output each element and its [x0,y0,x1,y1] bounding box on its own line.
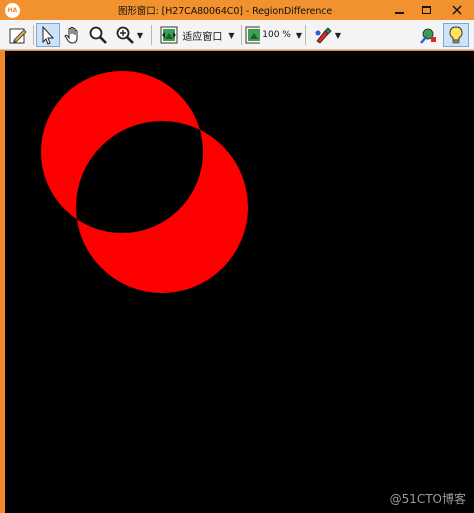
toolbar: ▼ 适应窗口 ▼ 100 % ▼ ▼ [0,20,474,50]
hand-icon [64,26,78,44]
pointer-tool-button[interactable] [36,23,60,47]
toolbar-separator [151,25,152,45]
fit-window-button[interactable]: 适应窗口 ▼ [155,23,239,47]
edit-icon [9,28,27,44]
app-icon[interactable]: HA [5,3,20,18]
fit-window-label: 适应窗口 [182,31,223,43]
lightbulb-button[interactable] [443,23,469,47]
zoom-percent-icon [245,26,261,44]
close-icon [452,5,462,15]
zoom-in-button[interactable]: ▼ [111,23,147,47]
paint-settings-button[interactable]: ▼ [309,23,345,47]
minimize-icon [394,12,404,14]
marker-icon [420,28,436,44]
magnify-tool-button[interactable] [86,23,110,47]
close-button[interactable] [440,0,474,20]
pointer-icon [42,25,55,45]
maximize-icon [421,6,431,14]
chevron-down-icon: ▼ [334,30,342,40]
fit-window-icon [160,26,178,44]
chevron-down-icon: ▼ [228,30,235,40]
zoom-level-label: 100 % [262,30,291,40]
lightbulb-icon [449,26,463,44]
zoom-in-icon [116,26,134,44]
toolbar-separator [241,25,242,45]
watermark: @51CTO博客 [389,492,466,506]
magnifier-icon [89,26,107,44]
paint-icon [315,27,332,44]
marker-button[interactable] [416,23,440,47]
app-icon-text: HA [7,7,18,14]
window-title: 图形窗口: [H27CA80064C0] - RegionDifference [118,6,333,17]
edit-button[interactable] [5,23,31,47]
region-difference-display [5,51,474,513]
toolbar-separator [305,25,306,45]
pan-tool-button[interactable] [61,23,85,47]
zoom-level-button[interactable]: 100 % ▼ [244,23,302,47]
graphics-window: HA 图形窗口: [H27CA80064C0] - RegionDifferen… [0,0,474,513]
maximize-button[interactable] [412,0,440,20]
chevron-down-icon: ▼ [295,30,302,40]
minimize-button[interactable] [385,0,413,20]
title-bar[interactable]: HA 图形窗口: [H27CA80064C0] - RegionDifferen… [0,0,474,20]
image-canvas[interactable]: @51CTO博客 [5,51,474,513]
toolbar-separator [33,25,34,45]
chevron-down-icon: ▼ [136,30,144,40]
